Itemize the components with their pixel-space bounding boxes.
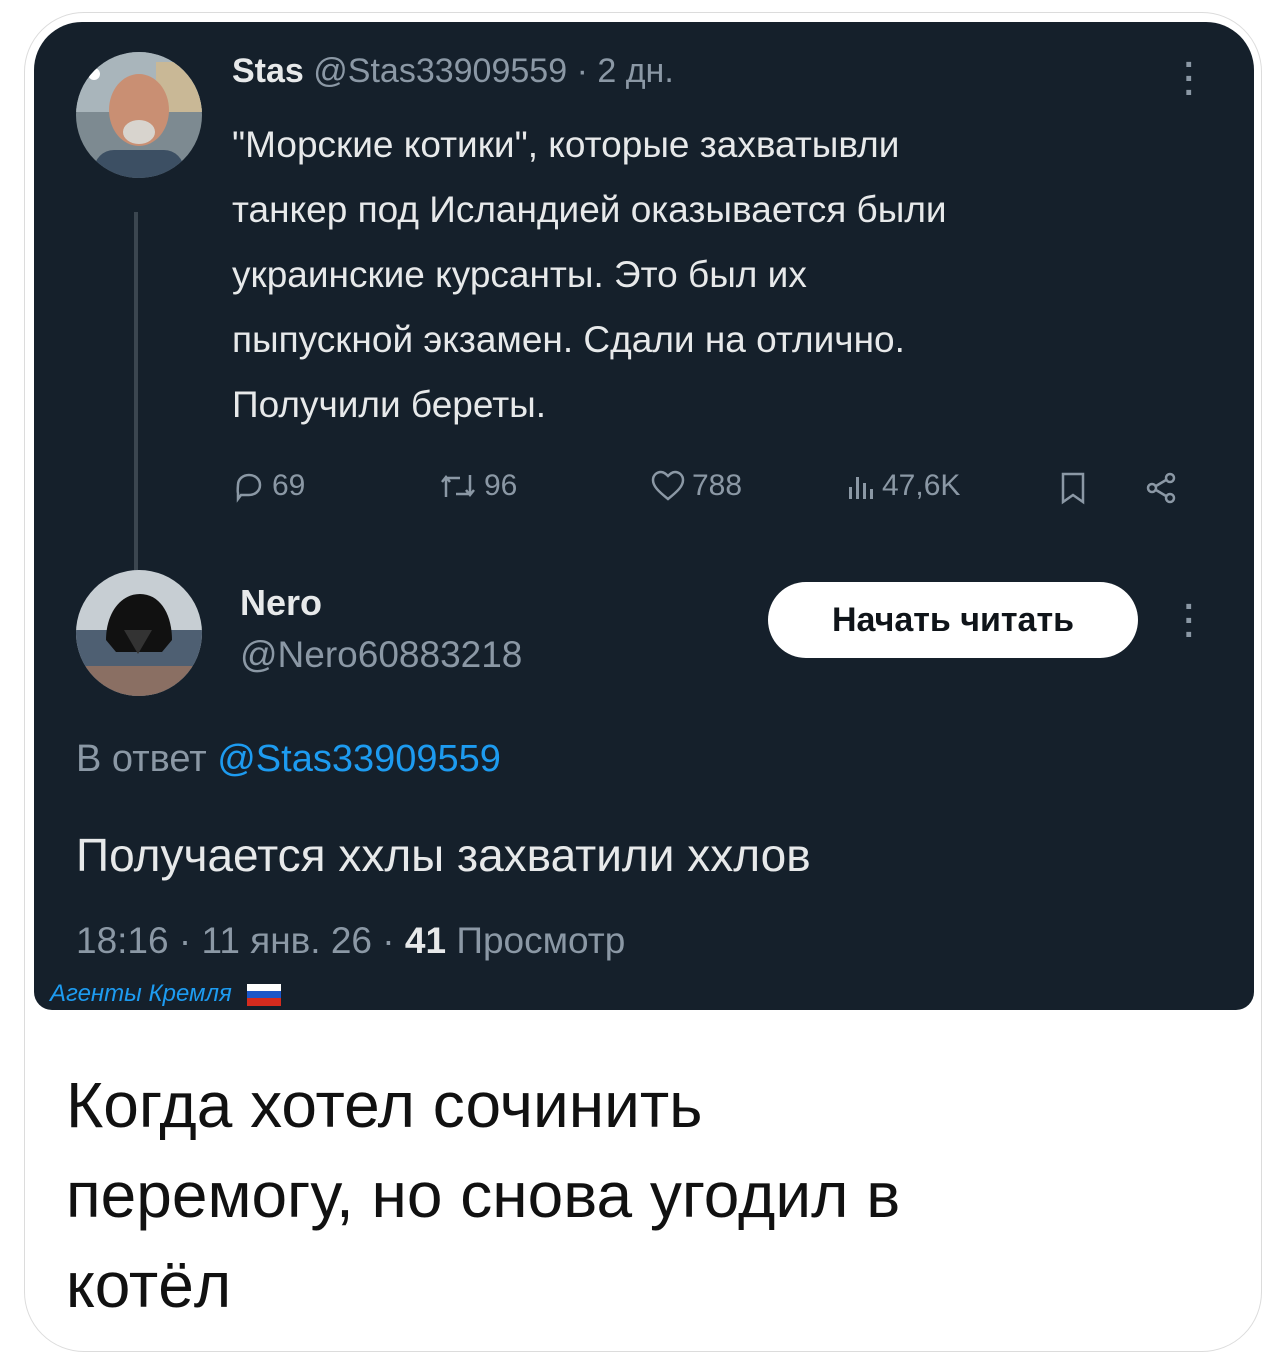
views-action[interactable]: 47,6K — [846, 469, 960, 503]
tweet1-text-line: "Морские котики", которые захватывли — [232, 124, 900, 165]
tweet1-text: "Морские котики", которые захватывли тан… — [232, 112, 1192, 437]
tweet1-text-line: Получили береты. — [232, 384, 547, 425]
retweet-count: 96 — [484, 469, 518, 502]
reply-count: 69 — [272, 469, 306, 502]
reply-action[interactable]: 69 — [232, 469, 305, 503]
tweet2-handle[interactable]: @Nero60883218 — [240, 634, 522, 676]
bookmark-icon — [1061, 472, 1085, 505]
tweet-screenshot: Stas @Stas33909559 · 2 дн. · · · "Морские … — [34, 22, 1254, 1010]
share-icon — [1146, 472, 1176, 504]
tweet1-text-line: украинские курсанты. Это был их — [232, 254, 807, 295]
tweet2-meta: 18:16 · 11 янв. 26 · 41 Просмотр — [76, 920, 626, 961]
like-count: 788 — [692, 469, 743, 502]
tweet2-date[interactable]: 11 янв. 26 — [201, 920, 372, 961]
caption-line: котёл — [66, 1249, 232, 1321]
tweet1-time-ago[interactable]: 2 дн. — [597, 52, 673, 90]
caption: Когда хотел сочинить перемогу, но снова … — [66, 1060, 1216, 1330]
tweet2-text: Получается ххлы захватили ххлов — [76, 829, 811, 881]
avatar-nero[interactable] — [76, 570, 202, 696]
tweet2-views-count: 41 — [404, 920, 447, 961]
reply-to-handle[interactable]: @Stas33909559 — [217, 738, 501, 780]
retweet-icon — [441, 474, 475, 498]
views-count: 47,6K — [882, 469, 961, 502]
bookmark-action[interactable] — [1058, 471, 1088, 505]
heart-icon — [651, 470, 685, 501]
tweet1-more-icon[interactable]: · · · — [1184, 48, 1195, 110]
caption-line: Когда хотел сочинить — [66, 1069, 703, 1141]
share-action[interactable] — [1144, 471, 1178, 505]
tweet1-header: Stas @Stas33909559 · 2 дн. — [232, 52, 674, 91]
tweet1-text-line: танкер под Исландией оказывается были — [232, 189, 947, 230]
thread-connector-line — [134, 212, 138, 582]
reply-icon — [236, 473, 262, 503]
tweet1-handle[interactable]: @Stas33909559 — [313, 52, 567, 90]
follow-button[interactable]: Начать читать — [768, 582, 1138, 658]
russian-flag-icon — [246, 983, 281, 1006]
watermark-text: Агенты Кремля — [50, 980, 232, 1007]
watermark: Агенты Кремля — [50, 980, 281, 1008]
reply-prefix: В ответ — [76, 738, 207, 780]
tweet1-action-bar: 69 96 788 47,6K — [232, 467, 1197, 517]
tweet2-more-icon[interactable]: · · · — [1184, 590, 1195, 652]
like-action[interactable]: 788 — [650, 469, 742, 503]
tweet2-views-label: Просмотр — [456, 920, 626, 961]
tweet1-display-name[interactable]: Stas — [232, 52, 304, 90]
tweet2-time[interactable]: 18:16 — [76, 920, 169, 961]
tweet1-text-line: пыпускной экзамен. Сдали на отлично. — [232, 319, 905, 360]
views-icon — [849, 477, 873, 499]
reply-context: В ответ @Stas33909559 — [76, 738, 501, 781]
tweet1-separator: · — [576, 52, 588, 90]
caption-line: перемогу, но снова угодил в — [66, 1159, 901, 1231]
tweet2-display-name[interactable]: Nero — [240, 582, 322, 624]
retweet-action[interactable]: 96 — [438, 469, 517, 503]
avatar-stas[interactable] — [76, 52, 202, 178]
